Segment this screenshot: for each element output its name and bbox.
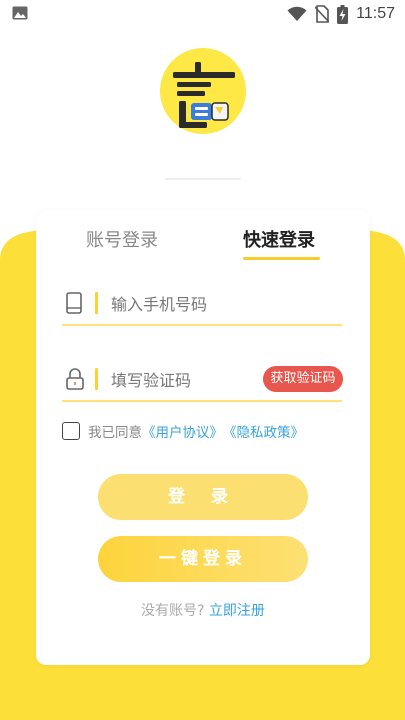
active-tab-indicator [243, 257, 320, 260]
field-accent-bar [95, 292, 98, 314]
image-notification-icon [12, 6, 28, 20]
phone-input-placeholder[interactable]: 输入手机号码 [111, 291, 207, 315]
battery-charging-icon [337, 4, 349, 24]
phone-icon [66, 292, 82, 314]
lock-icon [66, 368, 84, 390]
privacy-policy-link[interactable]: 《隐私政策》 [223, 421, 304, 441]
login-card: 账号登录 快速登录 输入手机号码 填写验证码 获取验证码 我已同意 《用户协议》… [36, 210, 370, 665]
verification-code-field[interactable]: 填写验证码 获取验证码 [62, 358, 343, 402]
status-time: 11:57 [356, 5, 395, 22]
register-row: 没有账号? 立即注册 [36, 600, 370, 620]
no-sim-icon [315, 5, 330, 23]
user-agreement-link[interactable]: 《用户协议》 [142, 421, 223, 441]
get-code-button[interactable]: 获取验证码 [263, 366, 343, 392]
status-bar: 11:57 [0, 0, 405, 28]
logo-divider [165, 178, 241, 180]
tab-quick-login[interactable]: 快速登录 [243, 226, 315, 252]
wifi-icon [287, 6, 307, 21]
agreement-row: 我已同意 《用户协议》 《隐私政策》 [62, 420, 304, 442]
no-account-text: 没有账号? [141, 603, 205, 619]
phone-field[interactable]: 输入手机号码 [62, 282, 342, 326]
one-key-login-button[interactable]: 一键登录 [98, 536, 308, 582]
field-underline [62, 400, 342, 402]
agree-text: 我已同意 [88, 425, 142, 441]
app-logo [160, 48, 246, 134]
field-accent-bar [95, 368, 98, 390]
agree-checkbox[interactable] [62, 422, 80, 440]
login-button[interactable]: 登 录 [98, 474, 308, 520]
tab-account-login[interactable]: 账号登录 [86, 226, 158, 252]
register-link[interactable]: 立即注册 [209, 603, 265, 619]
code-input-placeholder[interactable]: 填写验证码 [111, 367, 191, 391]
field-underline [62, 324, 342, 326]
